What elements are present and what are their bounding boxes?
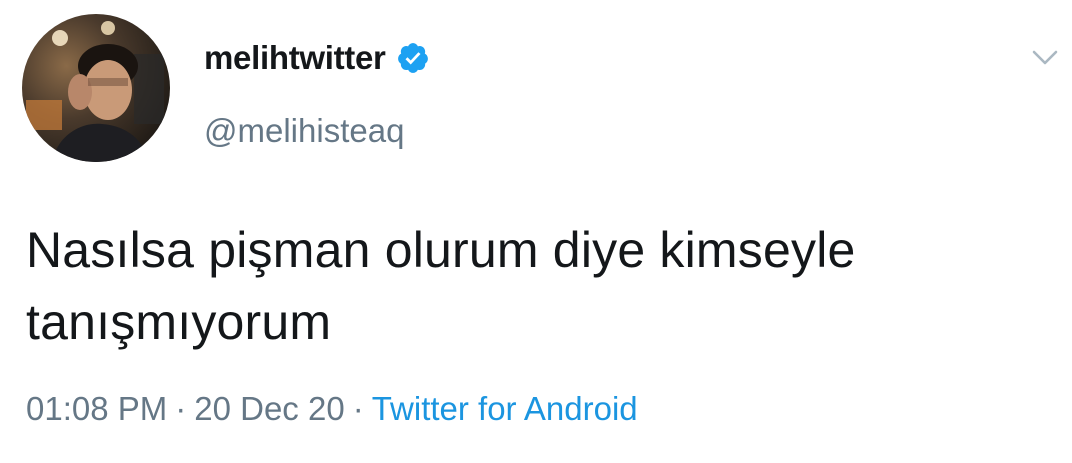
- tweet-text-line-1: Nasılsa pişman olurum diye kimseyle: [26, 222, 856, 278]
- meta-separator: ·: [175, 390, 187, 427]
- tweet-date[interactable]: 20 Dec 20: [194, 390, 344, 428]
- chevron-down-icon[interactable]: [1028, 40, 1062, 74]
- tweet-text: Nasılsa pişman olurum diye kimseyle tanı…: [26, 214, 1056, 358]
- tweet-source-link[interactable]: Twitter for Android: [372, 390, 638, 428]
- display-name[interactable]: melihtwitter: [204, 39, 386, 77]
- tweet-time[interactable]: 01:08 PM: [26, 390, 167, 428]
- user-handle[interactable]: @melihisteaq: [204, 112, 404, 150]
- tweet-card: melihtwitter @melihisteaq Nasılsa pişman…: [0, 0, 1072, 463]
- verified-badge-icon: [396, 41, 430, 75]
- tweet-meta: 01:08 PM · 20 Dec 20 · Twitter for Andro…: [26, 390, 638, 428]
- meta-separator: ·: [352, 390, 364, 427]
- tweet-text-line-2: tanışmıyorum: [26, 294, 332, 350]
- avatar[interactable]: [22, 14, 170, 162]
- user-name-row: melihtwitter: [204, 38, 430, 78]
- avatar-photo: [22, 14, 170, 162]
